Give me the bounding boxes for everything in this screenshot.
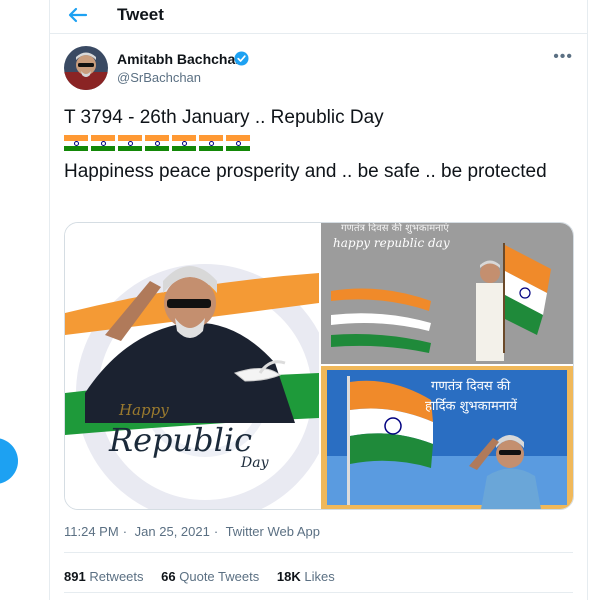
image2-caption-text: happy republic day xyxy=(333,236,450,250)
back-button[interactable] xyxy=(64,3,92,27)
india-flag-icon xyxy=(226,135,250,152)
retweets-label: Retweets xyxy=(89,569,144,584)
retweets-stat[interactable]: 891 Retweets xyxy=(64,569,144,584)
page-header: Tweet xyxy=(50,0,587,34)
india-flag-icon xyxy=(199,135,223,152)
retweets-count: 891 xyxy=(64,569,86,584)
page-title: Tweet xyxy=(117,5,164,24)
likes-label: Likes xyxy=(304,569,335,584)
likes-count: 18K xyxy=(276,569,301,584)
divider-bottom xyxy=(64,592,573,593)
likes-stat[interactable]: 18K Likes xyxy=(277,569,335,584)
media-image-3[interactable]: गणतंत्र दिवस की हार्दिक शुभकामनायें xyxy=(321,366,573,509)
avatar[interactable] xyxy=(64,46,108,90)
tweet-line-1: T 3794 - 26th January .. Republic Day xyxy=(64,107,384,128)
tweet-text: T 3794 - 26th January .. Republic Day Ha… xyxy=(64,104,576,185)
india-flag-icon xyxy=(91,135,115,152)
author-handle[interactable]: @SrBachchan xyxy=(117,70,201,85)
meta-separator: · xyxy=(122,524,128,539)
tweet-time[interactable]: 11:24 PM xyxy=(64,524,119,539)
meta-separator-2: · xyxy=(213,524,219,539)
india-flag-icon xyxy=(64,135,88,152)
tweet-line-2: Happiness peace prosperity and .. be saf… xyxy=(64,161,547,183)
tweet-date[interactable]: Jan 25, 2021 xyxy=(135,524,210,539)
image1-happy-text: Happy xyxy=(118,401,169,419)
avatar-image xyxy=(64,46,108,90)
media-image-1[interactable]: Happy Republic Day xyxy=(65,223,319,509)
tweet-column: Tweet Amitabh Bachchan @SrBachchan ••• T… xyxy=(49,0,588,600)
image3-hindi-line-2: हार्दिक शुभकामनायें xyxy=(425,398,517,414)
quote-tweets-count: 66 xyxy=(161,569,176,584)
india-flag-icon xyxy=(145,135,169,152)
author-name[interactable]: Amitabh Bachchan xyxy=(117,51,244,67)
divider xyxy=(64,552,573,553)
image3-hindi-line-1: गणतंत्र दिवस की xyxy=(431,378,511,394)
quote-tweets-label: Quote Tweets xyxy=(179,569,260,584)
verified-badge-icon xyxy=(234,51,249,66)
tweet-source[interactable]: Twitter Web App xyxy=(226,524,320,539)
image1-day-text: Day xyxy=(240,455,270,471)
flag-emoji-group xyxy=(64,131,253,158)
india-flag-icon xyxy=(118,135,142,152)
media-image-2[interactable]: गणतंत्र दिवस की शुभकामनाएं happy republi… xyxy=(321,223,573,364)
left-navigation-edge xyxy=(0,0,48,600)
engagement-stats: 891 Retweets 66 Quote Tweets 18K Likes xyxy=(64,569,349,584)
image2-hindi-text: गणतंत्र दिवस की शुभकामनाएं xyxy=(341,223,449,234)
india-flag-icon xyxy=(172,135,196,152)
image1-republic-text: Republic xyxy=(108,421,252,459)
tweet-meta: 11:24 PM · Jan 25, 2021 · Twitter Web App xyxy=(64,524,324,539)
more-options-icon[interactable]: ••• xyxy=(553,48,573,66)
quote-tweets-stat[interactable]: 66 Quote Tweets xyxy=(161,569,259,584)
arrow-left-icon xyxy=(68,7,88,23)
tweet-media[interactable]: Happy Republic Day गणतंत्र दिवस की शुभका… xyxy=(64,222,574,510)
